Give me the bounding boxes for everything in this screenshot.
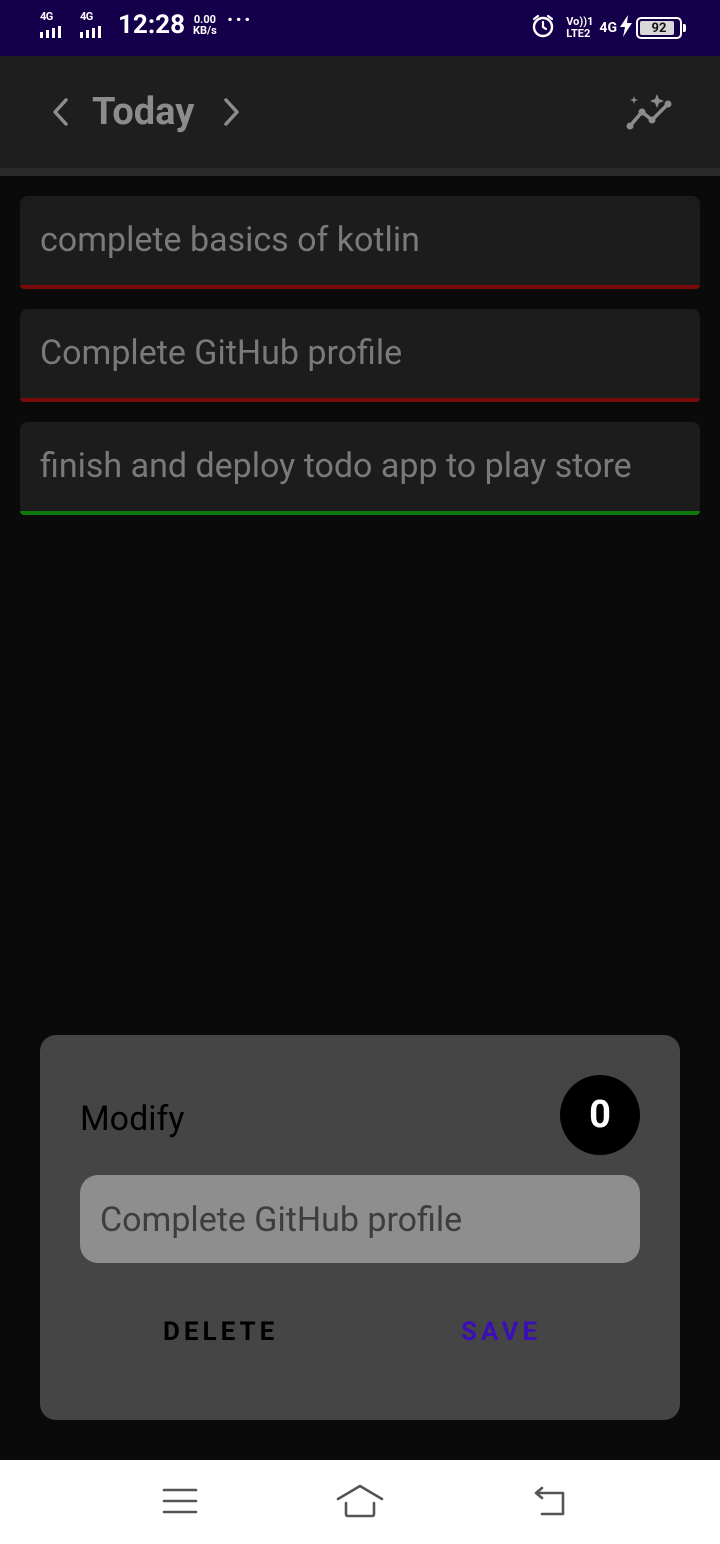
status-bar: 4G 4G 12:28 0.00 KB/s ··· Vo))1 LTE2 4G … — [0, 0, 720, 56]
task-text: Complete GitHub profile — [40, 333, 403, 373]
battery-level: 92 — [651, 20, 667, 36]
chevron-left-icon[interactable] — [44, 94, 78, 130]
system-nav-bar — [0, 1460, 720, 1544]
back-icon[interactable] — [518, 1476, 578, 1526]
task-item[interactable]: finish and deploy todo app to play store — [20, 422, 700, 515]
net2-label: 4G — [599, 20, 617, 36]
home-icon[interactable] — [330, 1476, 390, 1526]
status-left: 4G 4G 12:28 0.00 KB/s ··· — [38, 7, 253, 40]
delete-button[interactable]: DELETE — [163, 1317, 278, 1347]
more-notifications-icon: ··· — [226, 7, 253, 33]
task-item[interactable]: Complete GitHub profile — [20, 309, 700, 402]
save-button[interactable]: SAVE — [461, 1317, 541, 1347]
speed-unit: KB/s — [193, 24, 217, 37]
sim2-type: 4G — [80, 10, 93, 23]
sim1-type: 4G — [40, 10, 53, 23]
app-bar-divider — [0, 168, 720, 176]
counter-badge[interactable]: 0 — [560, 1075, 640, 1155]
task-status-bar — [20, 398, 700, 402]
page-title: Today — [92, 90, 195, 134]
task-edit-field[interactable]: Complete GitHub profile — [80, 1175, 640, 1263]
sim1-signal-icon: 4G — [38, 10, 76, 40]
chevron-right-icon[interactable] — [214, 94, 248, 130]
task-text: finish and deploy todo app to play store — [40, 446, 632, 486]
task-status-bar — [20, 285, 700, 289]
battery-icon: 92 — [636, 17, 686, 39]
clock: 12:28 — [118, 10, 185, 40]
lte-label: LTE2 — [566, 27, 591, 40]
counter-value: 0 — [589, 1093, 611, 1137]
modify-dialog: Modify 0 Complete GitHub profile DELETE … — [40, 1035, 680, 1420]
volte-indicator: Vo))1 LTE2 — [566, 16, 593, 40]
charging-icon — [619, 14, 633, 42]
task-edit-value: Complete GitHub profile — [100, 1200, 463, 1240]
status-right: Vo))1 LTE2 4G 92 — [530, 13, 686, 43]
network-speed: 0.00 KB/s — [193, 14, 217, 36]
task-item[interactable]: complete basics of kotlin — [20, 196, 700, 289]
task-status-bar — [20, 511, 700, 515]
sim2-signal-icon: 4G — [78, 10, 116, 40]
task-text: complete basics of kotlin — [40, 220, 420, 260]
app-bar: Today — [0, 56, 720, 168]
dialog-title: Modify — [80, 1099, 185, 1139]
alarm-icon — [530, 13, 556, 43]
stats-sparkle-icon[interactable] — [624, 92, 676, 134]
menu-icon[interactable] — [150, 1476, 210, 1526]
